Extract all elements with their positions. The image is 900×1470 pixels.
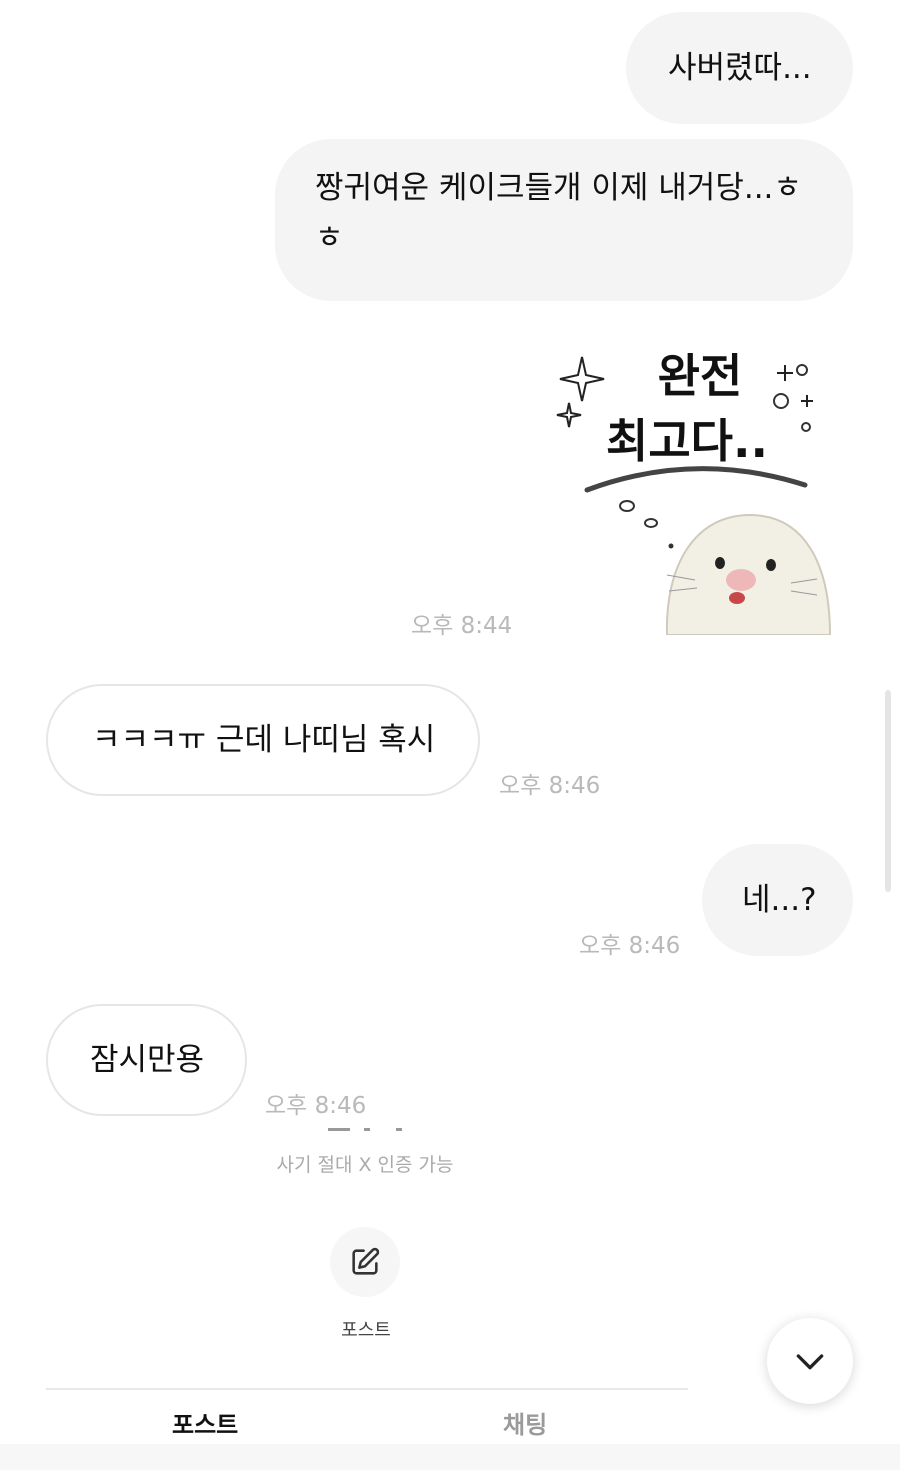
scrollbar[interactable] <box>885 690 891 892</box>
sent-message-bubble[interactable]: 네...? <box>702 844 853 956</box>
seal-sticker[interactable]: 완전 최고다.. <box>545 335 845 636</box>
received-message-bubble[interactable]: ㅋㅋㅋㅠ 근데 나띠님 혹시 <box>46 684 480 796</box>
sent-message-bubble[interactable]: 짱귀여운 케이크들개 이제 내거당...ㅎㅎ <box>275 139 853 301</box>
profile-caption: 사기 절대 X 인증 가능 <box>276 1154 454 1176</box>
message-timestamp: 오후 8:46 <box>265 1093 367 1119</box>
sent-message-bubble[interactable]: 사버렸따... <box>626 12 853 124</box>
message-text: 잠시만용 <box>90 1042 205 1078</box>
seal-sticker-art: 완전 최고다.. <box>556 349 832 636</box>
message-timestamp: 오후 8:44 <box>411 613 513 639</box>
bottom-bar <box>0 1444 900 1470</box>
message-timestamp: 오후 8:46 <box>579 933 681 959</box>
message-text: 네...? <box>742 882 817 918</box>
message-text: 사버렸따... <box>668 50 812 86</box>
tab-divider <box>46 1388 688 1390</box>
sticker-text-line-1: 완전 <box>658 349 743 403</box>
post-button[interactable] <box>330 1227 400 1297</box>
received-message-bubble[interactable]: 잠시만용 <box>46 1004 247 1116</box>
tab-chat[interactable]: 채팅 <box>503 1405 547 1440</box>
scroll-to-bottom-button[interactable] <box>767 1318 853 1404</box>
tab-post[interactable]: 포스트 <box>172 1405 238 1440</box>
message-text: 짱귀여운 케이크들개 이제 내거당...ㅎㅎ <box>315 170 802 256</box>
chevron-down-icon <box>796 1354 824 1370</box>
pencil-square-icon <box>352 1247 380 1275</box>
sticker-text-line-2: 최고다.. <box>606 414 768 468</box>
message-timestamp: 오후 8:46 <box>499 773 601 799</box>
post-button-label: 포스트 <box>341 1320 391 1341</box>
truncated-text-fragment <box>326 1128 406 1134</box>
message-text: ㅋㅋㅋㅠ 근데 나띠님 혹시 <box>92 722 436 758</box>
